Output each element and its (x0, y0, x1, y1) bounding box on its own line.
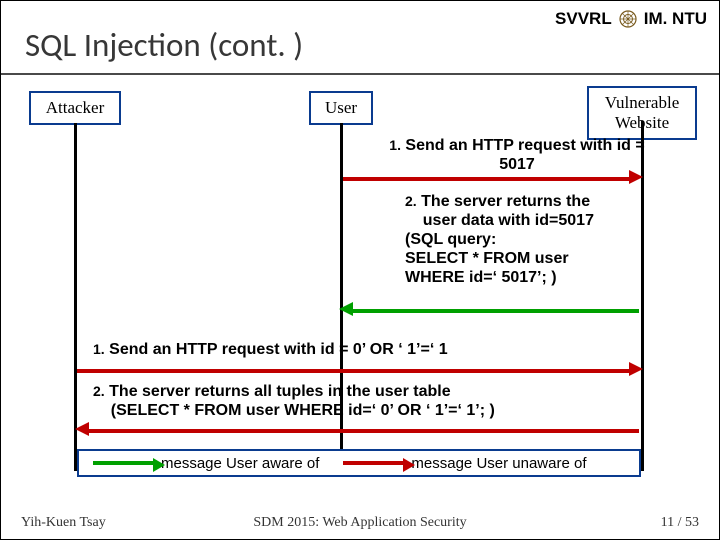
legend-aware-label: message User aware of (161, 455, 329, 472)
legend-unaware-arrow-icon (343, 461, 403, 465)
lifeline-attacker (74, 123, 77, 471)
msg2-line3: (SQL query: (405, 231, 496, 248)
msg1-number: 1. (389, 137, 401, 153)
msg3-text: Send an HTTP request with id = 0’ OR ‘ 1… (109, 341, 447, 358)
footer-venue: SDM 2015: Web Application Security (1, 515, 719, 531)
msg2-line4: SELECT * FROM user (405, 250, 569, 267)
arrowhead-icon (75, 422, 89, 436)
title-divider (1, 73, 719, 75)
msg4-number: 2. (93, 383, 105, 399)
arrowhead-icon (339, 302, 353, 316)
message-3: 1. Send an HTTP request with id = 0’ OR … (93, 341, 633, 360)
msg1-text: Send an HTTP request with id = 5017 (405, 137, 644, 173)
msg4-line1: The server returns all tuples in the use… (109, 383, 450, 400)
message-2: 2. The server returns the user data with… (405, 193, 655, 287)
lab-name: SVVRL (555, 9, 612, 29)
arrow-attacker-to-website (77, 369, 629, 373)
actor-user: User (309, 91, 373, 125)
institute-name: IM. NTU (644, 9, 707, 29)
msg2-number: 2. (405, 193, 417, 209)
header-right: SVVRL IM. NTU (555, 9, 707, 29)
message-4: 2. The server returns all tuples in the … (93, 383, 653, 421)
arrowhead-icon (629, 362, 643, 376)
msg4-line2: (SELECT * FROM user WHERE id=‘ 0’ OR ‘ 1… (111, 402, 495, 419)
message-1: 1. Send an HTTP request with id = 5017 (387, 137, 647, 175)
msg2-line5: WHERE id=‘ 5017’; ) (405, 269, 557, 286)
msg3-number: 1. (93, 341, 105, 357)
slide-title: SQL Injection (cont. ) (25, 25, 303, 65)
legend: message User aware of message User unawa… (77, 449, 641, 477)
legend-aware-arrow-icon (93, 461, 153, 465)
msg2-line1: The server returns the (421, 193, 590, 210)
arrow-website-to-user (353, 309, 639, 313)
ntu-logo-icon (618, 9, 638, 29)
actor-attacker: Attacker (29, 91, 121, 125)
actor-website-line1: Vulnerable (605, 93, 680, 112)
legend-unaware-label: message User unaware of (411, 455, 596, 472)
arrow-website-to-attacker (89, 429, 639, 433)
footer: Yih-Kuen Tsay SDM 2015: Web Application … (1, 515, 719, 531)
arrow-user-to-website (343, 177, 629, 181)
msg2-line2: user data with id=5017 (423, 212, 594, 229)
slide: SVVRL IM. NTU SQL Injection (cont. ) Att… (0, 0, 720, 540)
